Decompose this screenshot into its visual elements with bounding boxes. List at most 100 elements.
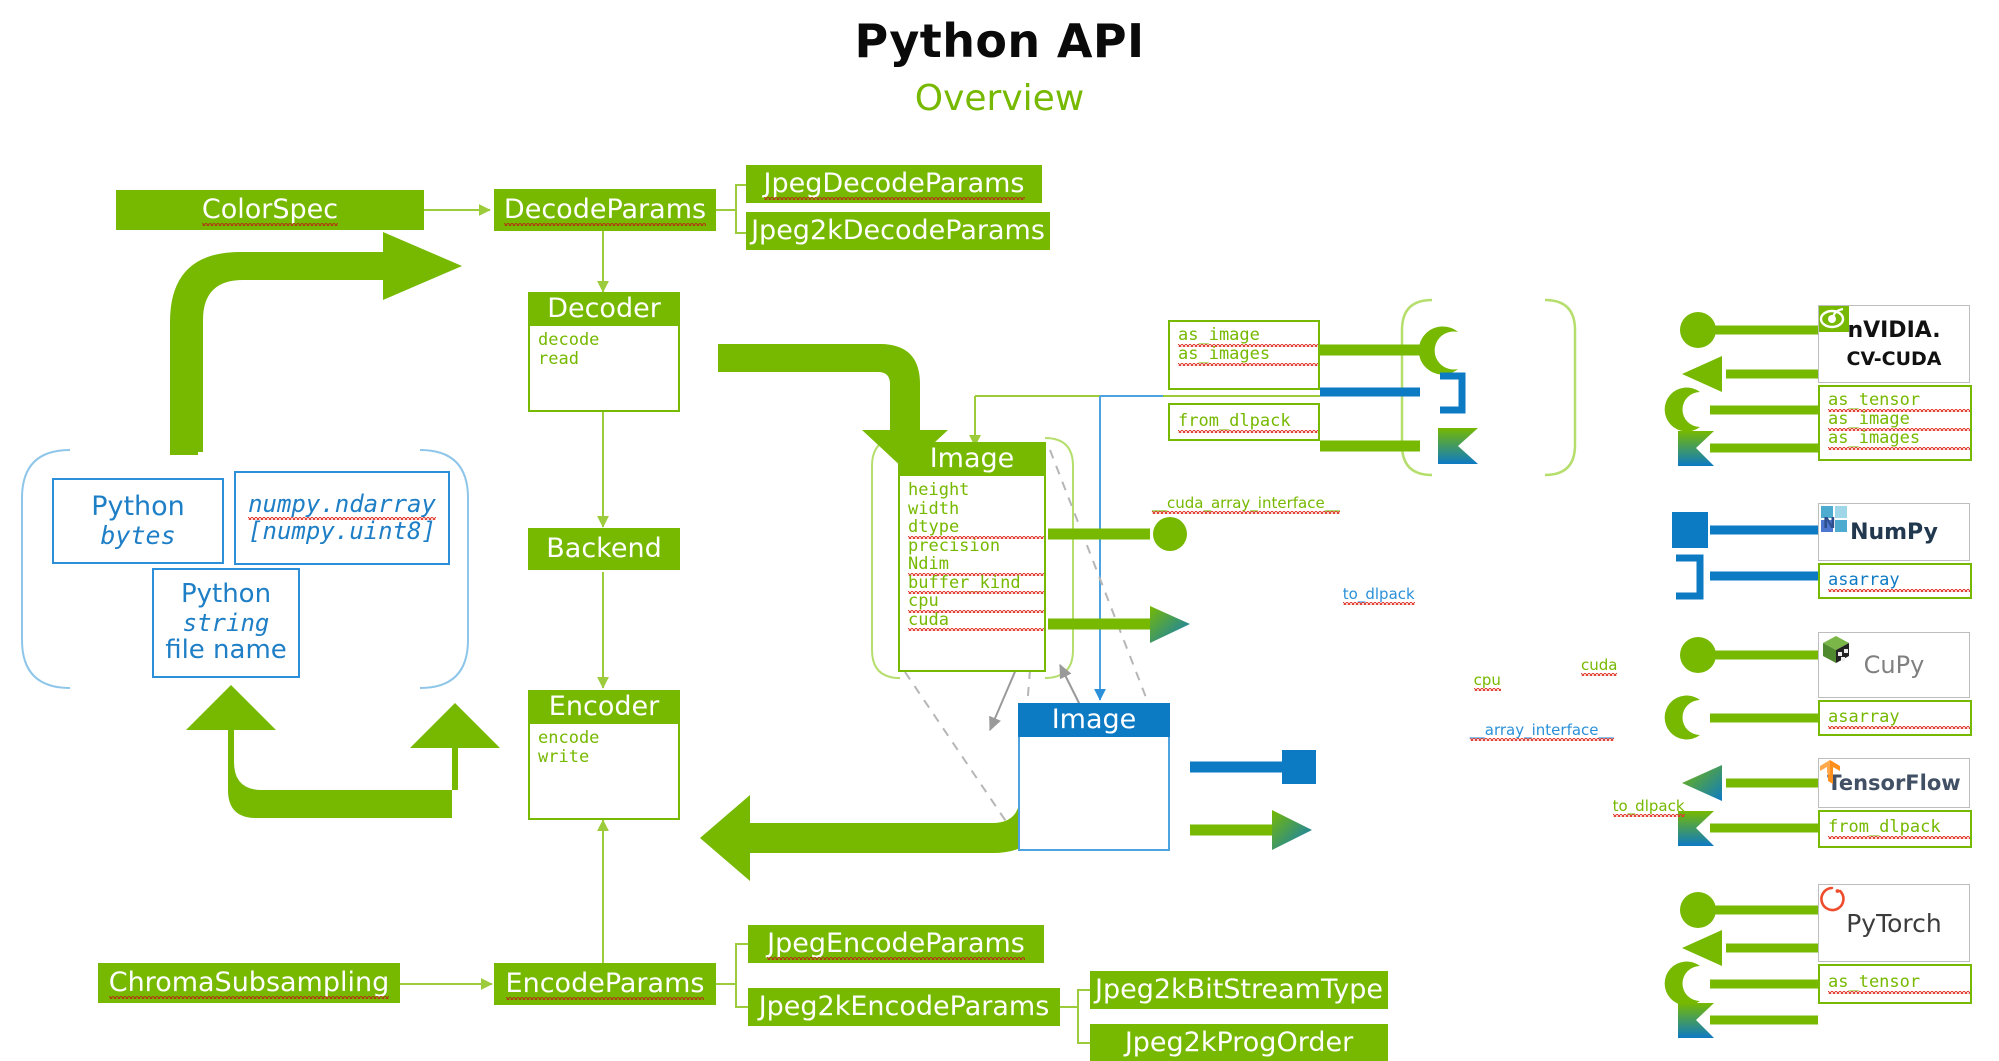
chromasubsampling-label: ChromaSubsampling — [108, 966, 390, 1000]
image-green-title: Image — [898, 442, 1046, 476]
as-image-panel[interactable]: as_image as_images — [1168, 320, 1320, 390]
bracket-marker-blue — [1440, 372, 1466, 414]
method-from-dlpack: from_dlpack — [1178, 412, 1318, 433]
encoder-class-box[interactable]: Encoder encode write — [528, 690, 680, 820]
tensorflow-method-from-dlpack: from_dlpack — [1828, 818, 1970, 839]
encodeparams-box[interactable]: EncodeParams — [494, 963, 716, 1005]
cv-cuda-method-as-tensor: as_tensor — [1828, 391, 1970, 412]
label-array-interface: __array_interface__ — [1469, 721, 1614, 741]
arrow-image-to-encoder — [700, 740, 1048, 881]
jpegdecodeparams-box[interactable]: JpegDecodeParams — [746, 165, 1042, 203]
jpegencodeparams-box[interactable]: JpegEncodeParams — [748, 925, 1044, 963]
to-dlpack-triangle-top — [1150, 606, 1190, 643]
jpeg2kencodeparams-label: Jpeg2kEncodeParams — [758, 990, 1050, 1022]
cuda-array-interface-dot — [1153, 517, 1187, 551]
label-to-dlpack-top: to_dlpack — [1342, 585, 1415, 605]
pytorch-logo-text: PyTorch — [1846, 908, 1942, 938]
jpeg2kprogorder-box[interactable]: Jpeg2kProgOrder — [1090, 1024, 1388, 1061]
cupy-method-asarray: asarray — [1828, 708, 1970, 729]
decoder-method-read: read — [538, 348, 579, 369]
page-subtitle: Overview — [914, 78, 1085, 119]
cupy-cube-icon — [1823, 636, 1849, 663]
numpy-ndarray-box[interactable]: numpy.ndarray [numpy.uint8] — [234, 471, 450, 565]
python-string-line1: Python — [180, 579, 272, 610]
chromasubsampling-box[interactable]: ChromaSubsampling — [98, 963, 400, 1003]
tensorflow-methods-panel[interactable]: from_dlpack — [1818, 810, 1972, 848]
jpeg2kprogorder-label: Jpeg2kProgOrder — [1124, 1026, 1354, 1058]
cupy-logo-text: CuPy — [1863, 651, 1925, 679]
backend-box[interactable]: Backend — [528, 528, 680, 570]
numpy-ndarray-line2: [numpy.uint8] — [248, 517, 436, 545]
array-interface-square — [1282, 750, 1316, 784]
label-cpu: cpu — [1473, 671, 1502, 691]
python-string-box[interactable]: Python string file name — [152, 568, 300, 678]
jpeg2kdecodeparams-box[interactable]: Jpeg2kDecodeParams — [746, 212, 1050, 250]
encoder-methods: encode write — [528, 724, 680, 820]
image-green-properties: height width dtype precision Ndim buffer… — [898, 476, 1046, 672]
page-title: Python API — [854, 14, 1145, 68]
method-as-images: as_images — [1178, 345, 1318, 366]
library-card-tensorflow[interactable]: TensorFlow — [1818, 758, 1970, 808]
python-bytes-box[interactable]: Python bytes — [52, 478, 224, 564]
svg-text:N: N — [1823, 514, 1836, 532]
numpy-cube-icon: N — [1821, 506, 1847, 532]
image-prop-dtype: dtype — [908, 518, 1044, 538]
encoder-title: Encoder — [528, 690, 680, 724]
pytorch-method-as-tensor: as_tensor — [1828, 973, 1970, 994]
jpeg2kbitstreamtype-box[interactable]: Jpeg2kBitStreamType — [1090, 971, 1388, 1009]
backend-label: Backend — [546, 532, 662, 564]
image-class-box-green[interactable]: Image height width dtype precision Ndim … — [898, 442, 1046, 672]
jpegencodeparams-label: JpegEncodeParams — [767, 927, 1025, 961]
label-to-dlpack-bottom: to_dlpack — [1612, 797, 1685, 817]
image-class-box-blue[interactable]: Image — [1018, 703, 1170, 851]
decoder-methods: decode read — [528, 326, 680, 412]
python-string-line2: string — [182, 608, 270, 637]
image-prop-cuda: cuda — [908, 610, 1044, 631]
decodeparams-box[interactable]: DecodeParams — [494, 189, 716, 231]
flag-marker-top — [1438, 428, 1478, 464]
to-dlpack-triangle-bottom — [1272, 810, 1312, 850]
cv-cuda-method-as-images: as_images — [1828, 429, 1970, 450]
image-blue-body — [1018, 737, 1170, 851]
pytorch-methods-panel[interactable]: as_tensor — [1818, 964, 1972, 1004]
encodeparams-label: EncodeParams — [505, 967, 705, 1001]
from-dlpack-panel[interactable]: from_dlpack — [1168, 403, 1320, 441]
cv-cuda-logo-text: nVIDIA. — [1847, 318, 1941, 343]
jpeg2kbitstreamtype-label: Jpeg2kBitStreamType — [1095, 973, 1383, 1005]
numpy-ndarray-line1: numpy.ndarray — [248, 490, 436, 520]
image-prop-cpu: cpu — [908, 592, 1044, 612]
library-card-numpy[interactable]: N NumPy — [1818, 503, 1970, 561]
encoder-method-write: write — [538, 746, 590, 767]
colorspec-box[interactable]: ColorSpec — [116, 190, 424, 230]
decoder-class-box[interactable]: Decoder decode read — [528, 292, 680, 412]
label-cuda: cuda — [1581, 656, 1618, 676]
colorspec-label: ColorSpec — [201, 193, 339, 227]
decoder-title: Decoder — [528, 292, 680, 326]
image-prop-precision: precision — [908, 535, 1001, 556]
arrow-inputs-to-decoder — [175, 235, 460, 452]
arrow-encoder-to-inputs — [186, 685, 452, 818]
pytorch-flame-icon — [1820, 886, 1845, 912]
library-card-pytorch[interactable]: PyTorch — [1818, 884, 1970, 962]
image-blue-title: Image — [1018, 703, 1170, 737]
diagram-canvas: Python API Overview ColorSpec DecodePara… — [0, 0, 1999, 1061]
jpeg2kdecodeparams-label: Jpeg2kDecodeParams — [751, 214, 1045, 246]
python-bytes-line1: Python — [91, 490, 185, 522]
decodeparams-label: DecodeParams — [503, 193, 707, 227]
cv-cuda-logo-sub: CV-CUDA — [1846, 348, 1942, 370]
jpeg2kencodeparams-box[interactable]: Jpeg2kEncodeParams — [748, 988, 1060, 1026]
library-card-cv-cuda[interactable]: nVIDIA. CV-CUDA — [1818, 305, 1970, 383]
numpy-logo-text: NumPy — [1850, 519, 1938, 545]
image-prop-height: height — [908, 480, 970, 500]
tensorflow-icon — [1820, 760, 1840, 784]
cv-cuda-methods-panel[interactable]: as_tensor as_image as_images — [1818, 385, 1972, 461]
numpy-methods-panel[interactable]: asarray — [1818, 563, 1972, 599]
image-prop-buffer-kind: buffer_kind — [908, 573, 1044, 594]
image-prop-width: width — [908, 498, 960, 519]
cupy-methods-panel[interactable]: asarray — [1818, 700, 1972, 736]
tensorflow-logo-text: TensorFlow — [1827, 771, 1961, 795]
decoder-method-decode: decode — [538, 330, 600, 350]
library-card-cupy[interactable]: CuPy — [1818, 632, 1970, 698]
encoder-method-encode: encode — [538, 728, 600, 748]
crescent-marker-top — [1418, 326, 1458, 375]
